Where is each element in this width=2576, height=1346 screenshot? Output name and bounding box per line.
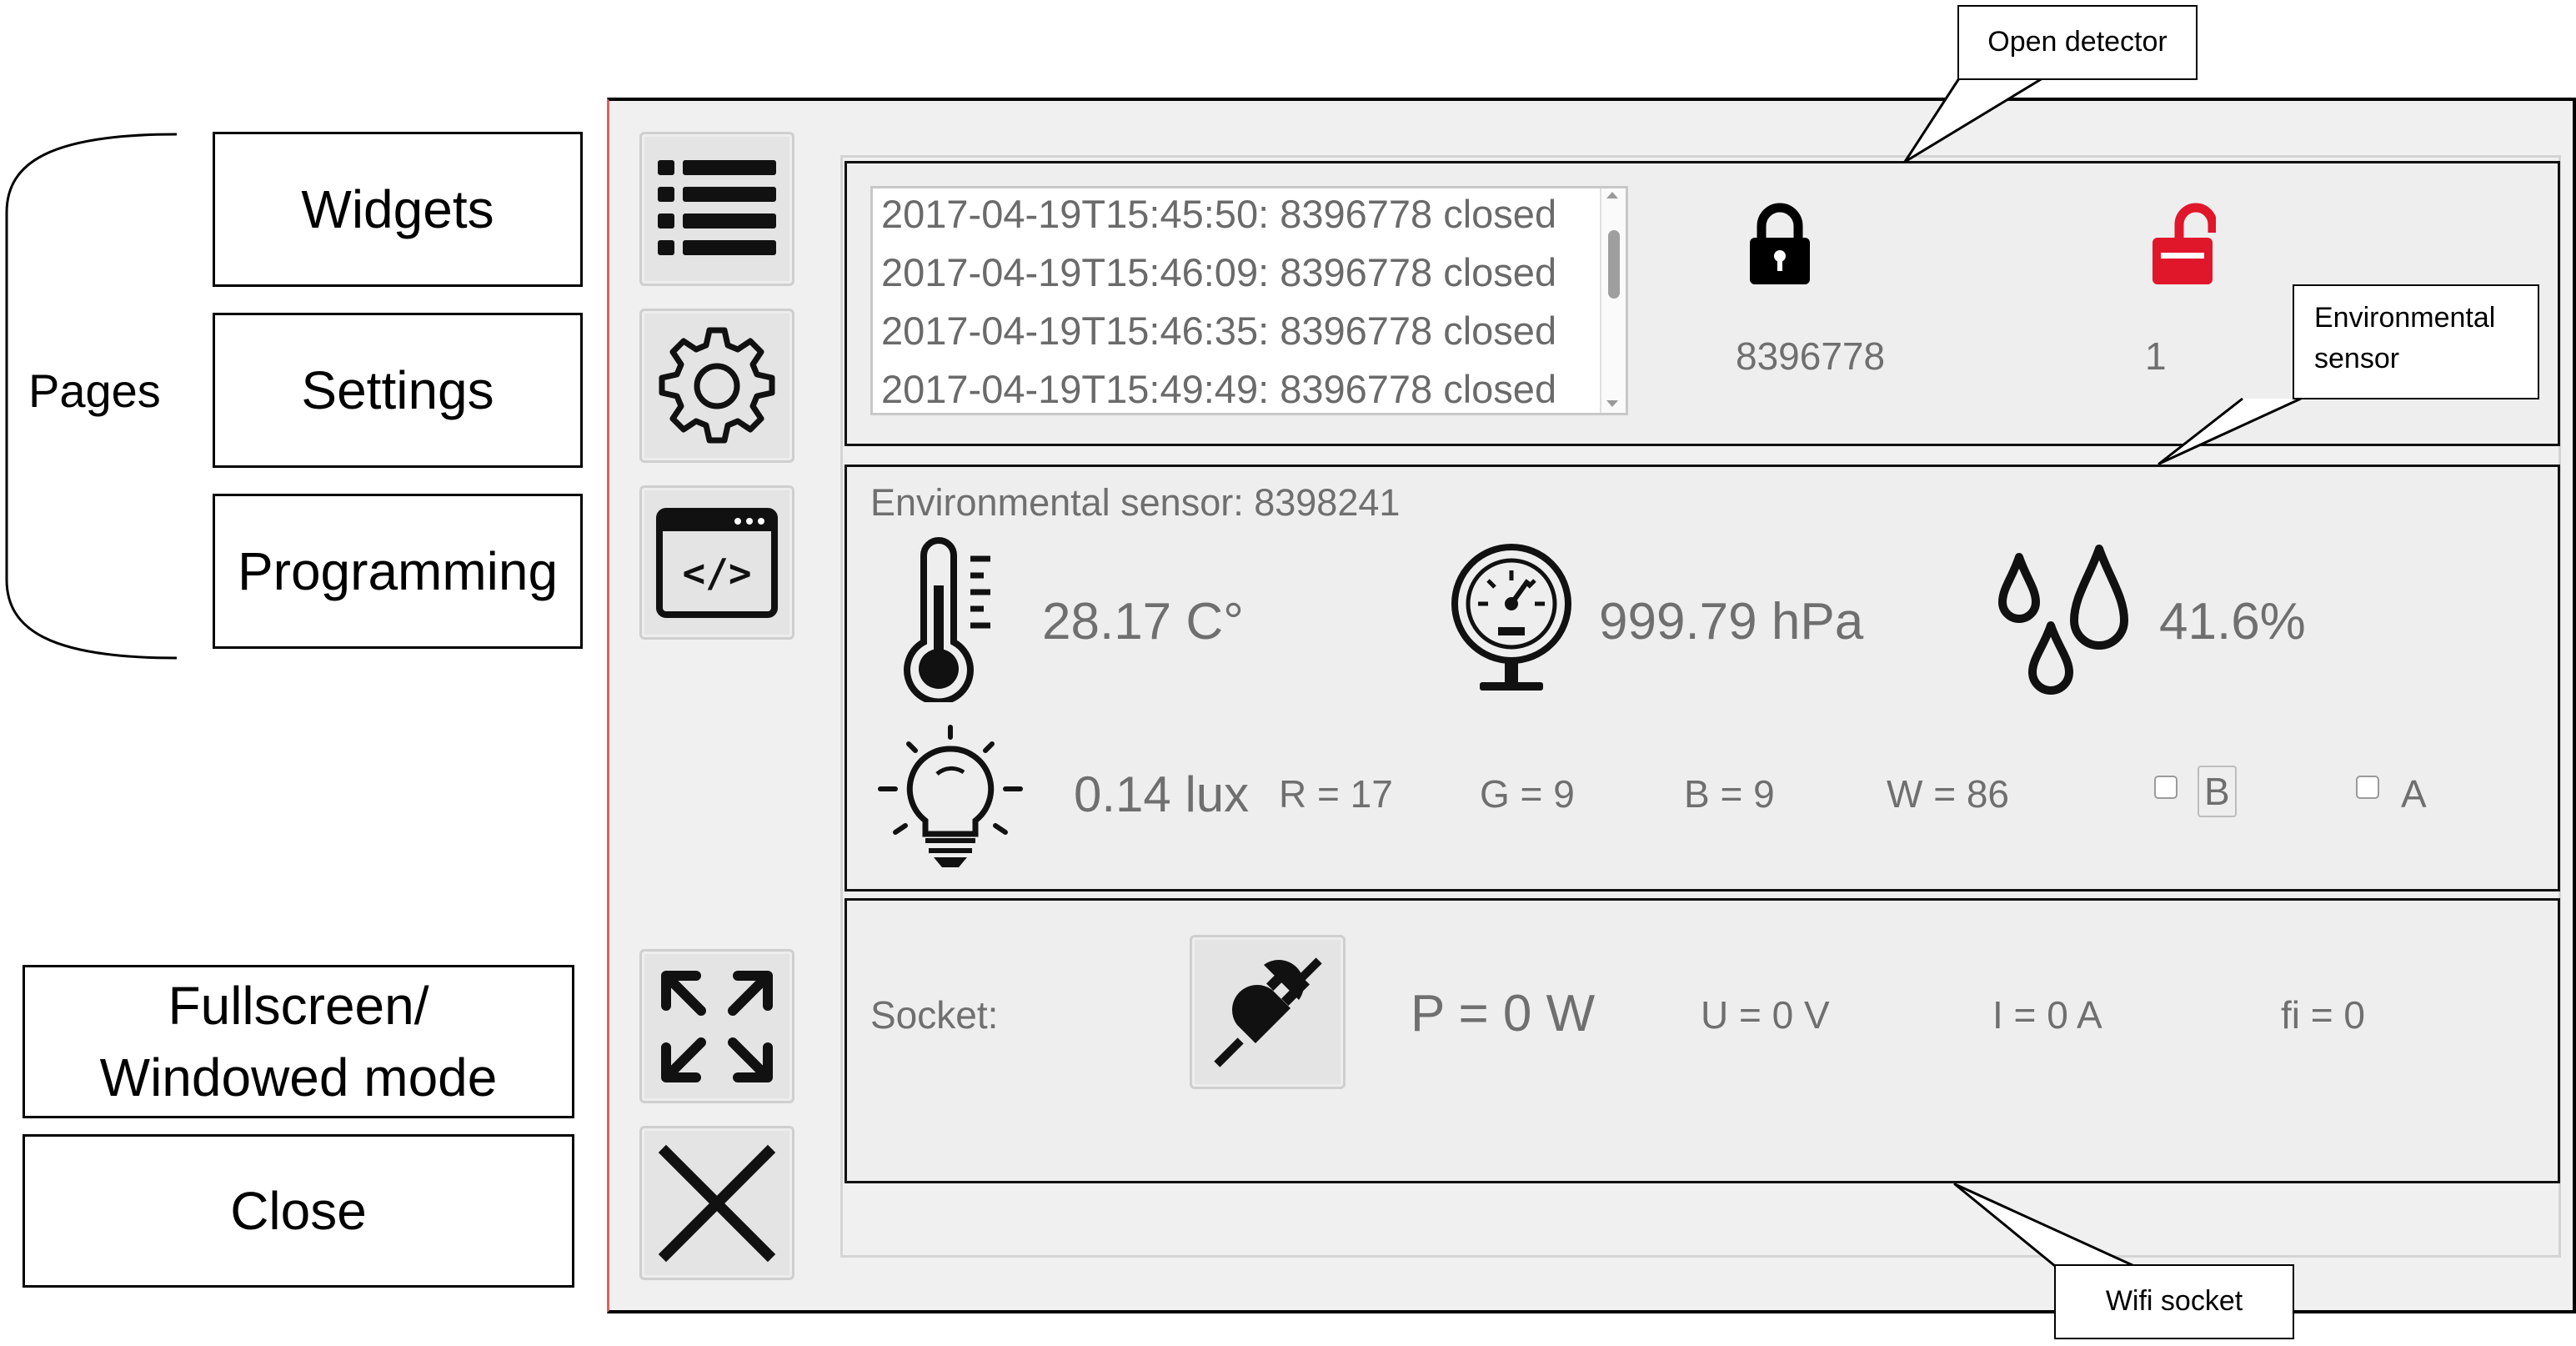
callout-leaders [1903, 77, 2302, 1268]
environmental-sensor-callout: Environmental sensor [2293, 284, 2539, 399]
wifi-socket-callout: Wifi socket [2054, 1264, 2294, 1339]
environmental-callout-line2: sensor [2314, 343, 2400, 375]
open-detector-callout: Open detector [1957, 5, 2198, 80]
environmental-callout-line1: Environmental [2314, 302, 2496, 334]
